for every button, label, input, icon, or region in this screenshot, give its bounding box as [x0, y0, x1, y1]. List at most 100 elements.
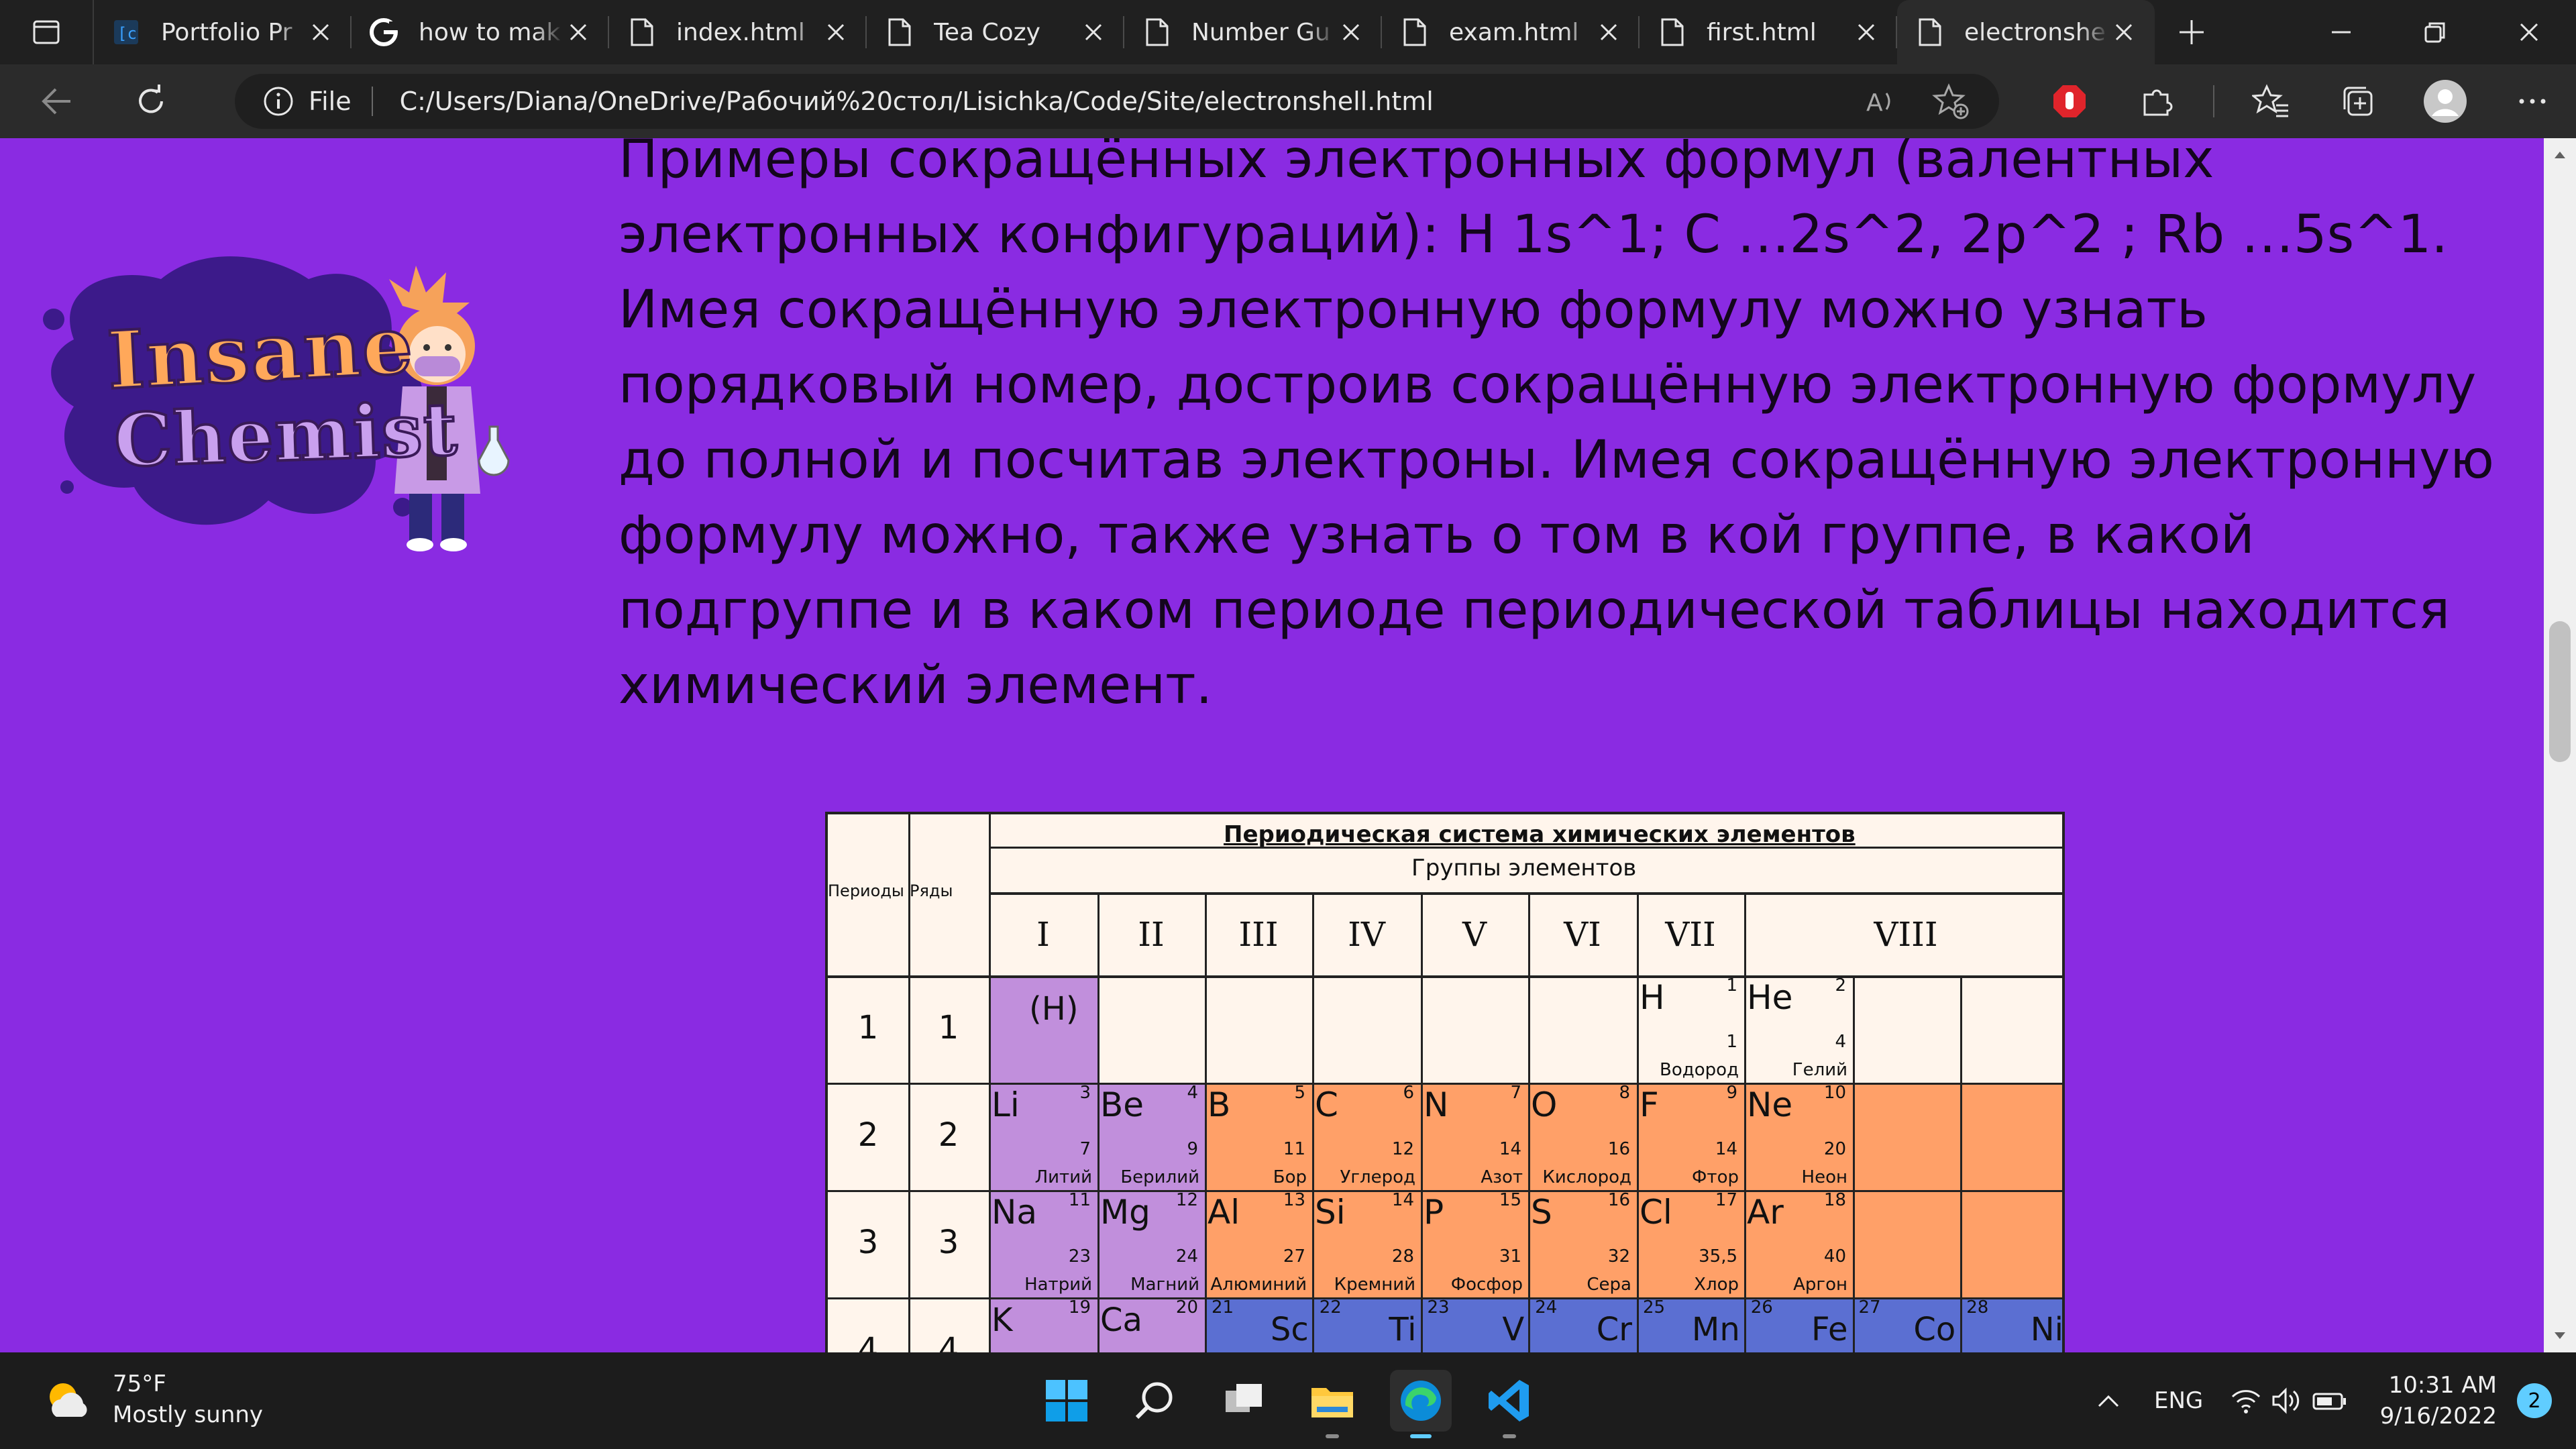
refresh-button[interactable] — [114, 64, 188, 138]
web-page: Insane Chemist Примеры сокращённых элект… — [0, 138, 2544, 1352]
periodic-table-image: Периодическая система химических элемент… — [825, 812, 2065, 1352]
element-name: Натрий — [1024, 1275, 1092, 1295]
element-number: 15 — [1499, 1190, 1521, 1210]
volume-status[interactable] — [2266, 1387, 2306, 1414]
element-name: Магний — [1130, 1275, 1199, 1295]
clock[interactable]: 10:31 AM 9/16/2022 — [2380, 1370, 2497, 1432]
table-title: Периодическая система химических элемент… — [1224, 821, 1856, 848]
vscode-button[interactable] — [1479, 1370, 1540, 1438]
windows-taskbar: 75°F Mostly sunny ENG 10:31 AM 9/16/2022… — [0, 1352, 2576, 1449]
battery-status[interactable] — [2306, 1387, 2353, 1414]
site-logo[interactable]: Insane Chemist — [27, 205, 523, 581]
element-cell: K 19 — [989, 1297, 1097, 1352]
page-icon — [1656, 16, 1688, 48]
language-indicator[interactable]: ENG — [2132, 1387, 2226, 1414]
scrollbar-thumb[interactable] — [2549, 621, 2571, 762]
tab-close-button[interactable] — [1079, 17, 1108, 47]
extension-adblock-button[interactable] — [2026, 64, 2113, 138]
tab-2[interactable]: how to mak — [352, 0, 609, 64]
element-mass: 27 — [1283, 1246, 1305, 1267]
logo-title-line2: Chemist — [111, 386, 461, 485]
tab-actions-button[interactable] — [0, 0, 94, 64]
close-icon — [1342, 23, 1360, 41]
code-file-icon: [c — [110, 16, 142, 48]
tab-7[interactable]: first.html — [1640, 0, 1897, 64]
element-name: Неон — [1801, 1167, 1847, 1187]
search-icon — [1135, 1382, 1173, 1419]
tab-actions-icon — [33, 20, 60, 44]
element-name: Углерод — [1340, 1167, 1415, 1187]
back-button[interactable] — [20, 64, 94, 138]
element-cell: Co 27 — [1852, 1297, 1960, 1352]
search-button[interactable] — [1124, 1370, 1186, 1432]
restore-button[interactable] — [2388, 0, 2482, 64]
scroll-down-icon[interactable] — [2552, 1327, 2568, 1343]
element-cell: Cr 24 — [1528, 1297, 1636, 1352]
tab-3[interactable]: index.html — [609, 0, 867, 64]
element-name: Кремний — [1334, 1275, 1415, 1295]
element-number: 18 — [1823, 1190, 1846, 1210]
tab-close-button[interactable] — [1336, 17, 1366, 47]
tab-title: how to mak — [419, 18, 561, 46]
element-cell: Mn 25 — [1636, 1297, 1744, 1352]
tab-8[interactable]: electronshe — [1897, 0, 2155, 64]
profile-button[interactable] — [2402, 64, 2489, 138]
tab-close-button[interactable] — [2109, 17, 2139, 47]
close-window-button[interactable] — [2482, 0, 2576, 64]
element-cell: Si 14 28 Кремний — [1312, 1190, 1421, 1297]
favorites-button[interactable] — [2227, 64, 2314, 138]
address-bar[interactable]: File C:/Users/Diana/OneDrive/Рабочий%20с… — [235, 74, 1999, 129]
element-cell: V 23 — [1421, 1297, 1529, 1352]
collections-button[interactable] — [2314, 64, 2402, 138]
element-mass: 14 — [1715, 1139, 1737, 1159]
element-symbol: V — [1502, 1311, 1525, 1348]
task-view-button[interactable] — [1213, 1370, 1275, 1432]
new-tab-button[interactable] — [2155, 0, 2229, 64]
address-scheme-label[interactable]: File — [309, 87, 352, 116]
tab-6[interactable]: exam.html — [1382, 0, 1640, 64]
edge-button[interactable] — [1390, 1370, 1452, 1438]
tab-close-button[interactable] — [1594, 17, 1623, 47]
address-url[interactable]: C:/Users/Diana/OneDrive/Рабочий%20стол/L… — [400, 87, 1819, 116]
tab-close-button[interactable] — [306, 17, 335, 47]
element-cell: Ti 22 — [1313, 1297, 1421, 1352]
element-name: Фтор — [1692, 1167, 1739, 1187]
element-number: 26 — [1750, 1297, 1773, 1318]
element-symbol: Co — [1913, 1311, 1956, 1348]
notification-badge[interactable]: 2 — [2517, 1383, 2552, 1418]
tab-title: first.html — [1707, 18, 1817, 46]
tab-title: Number Gu — [1191, 18, 1330, 46]
add-favorite-button[interactable] — [1929, 80, 1972, 123]
start-button[interactable] — [1036, 1370, 1097, 1432]
element-cell: Ni 28 — [1960, 1297, 2062, 1352]
element-symbol: Si — [1315, 1193, 1346, 1232]
tab-close-button[interactable] — [1851, 17, 1881, 47]
tab-close-button[interactable] — [564, 17, 593, 47]
wifi-status[interactable] — [2226, 1387, 2266, 1414]
element-symbol: He — [1747, 978, 1793, 1017]
group-header: VI — [1564, 915, 1601, 954]
minimize-button[interactable] — [2294, 0, 2388, 64]
tab-close-button[interactable] — [821, 17, 851, 47]
info-icon[interactable] — [262, 85, 295, 118]
read-aloud-button[interactable]: A — [1860, 80, 1902, 123]
element-mass: 31 — [1499, 1246, 1521, 1267]
element-cell: He 2 4 Гелий — [1744, 975, 1853, 1083]
table-grid-line — [1205, 892, 1207, 1352]
tab-title: index.html — [676, 18, 805, 46]
extensions-button[interactable] — [2113, 64, 2200, 138]
tab-4[interactable]: Tea Cozy — [867, 0, 1124, 64]
tab-1[interactable]: [c Portfolio Pr — [94, 0, 352, 64]
page-scrollbar[interactable] — [2544, 138, 2576, 1352]
scroll-up-icon[interactable] — [2552, 148, 2568, 164]
tab-5[interactable]: Number Gu — [1124, 0, 1382, 64]
puzzle-icon — [2143, 89, 2173, 116]
battery-icon — [2312, 1393, 2346, 1410]
settings-more-button[interactable] — [2489, 64, 2576, 138]
group-header: VII — [1665, 915, 1716, 954]
show-hidden-icons-button[interactable] — [2085, 1387, 2132, 1414]
close-icon — [312, 23, 329, 41]
element-name: Бор — [1273, 1167, 1307, 1187]
weather-widget[interactable]: 75°F Mostly sunny — [40, 1368, 263, 1430]
file-explorer-button[interactable] — [1301, 1370, 1363, 1438]
